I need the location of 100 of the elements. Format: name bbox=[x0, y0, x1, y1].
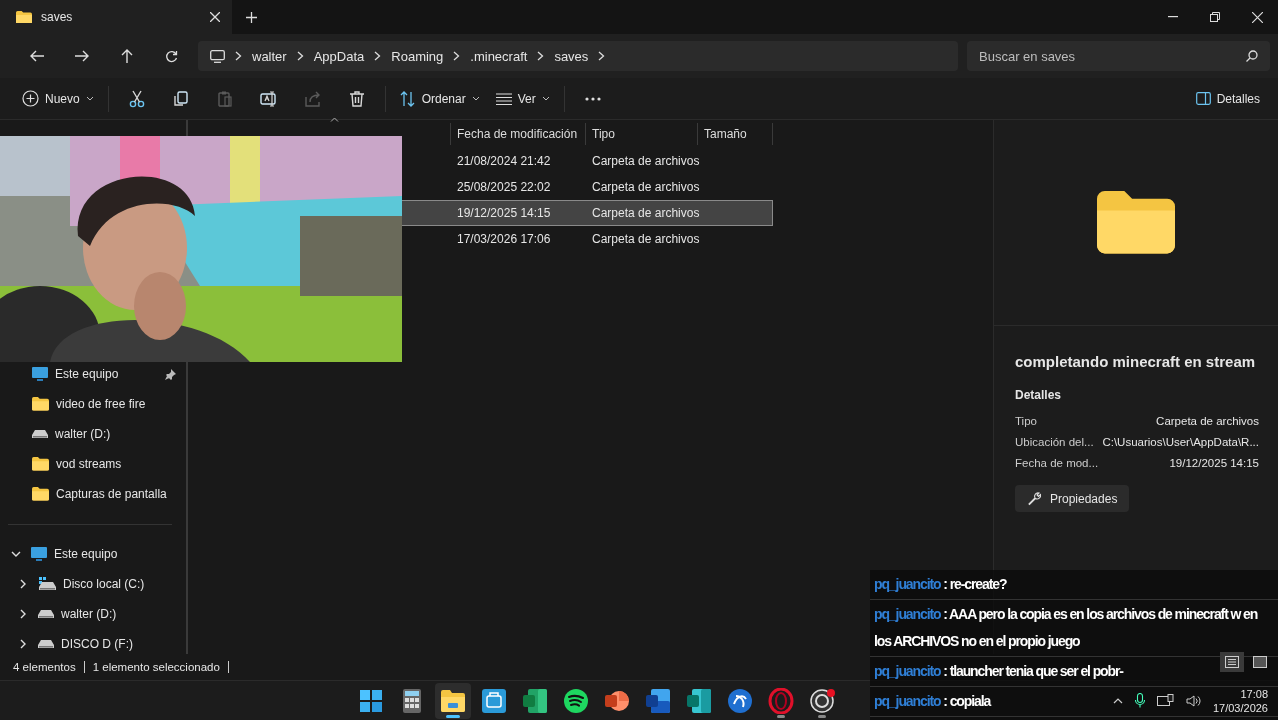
slides-icon bbox=[604, 688, 630, 714]
table-cell: 21/08/2024 21:42 bbox=[457, 154, 551, 168]
property-label: Tipo bbox=[1015, 414, 1037, 427]
publisher-icon bbox=[686, 688, 712, 714]
chevron-down-icon[interactable] bbox=[11, 549, 21, 559]
monitor-icon bbox=[210, 49, 225, 63]
music-icon bbox=[563, 688, 589, 714]
breadcrumb[interactable]: .minecraft bbox=[470, 48, 528, 64]
network-icon[interactable] bbox=[1156, 693, 1174, 708]
search-field[interactable]: Buscar en saves bbox=[967, 41, 1270, 71]
chevron-right-icon[interactable] bbox=[537, 51, 545, 61]
microphone-icon[interactable] bbox=[1134, 693, 1145, 708]
restore-icon[interactable] bbox=[1210, 12, 1220, 22]
chevron-right-icon[interactable] bbox=[374, 51, 382, 61]
column-header[interactable]: Fecha de modificación bbox=[457, 127, 578, 141]
details-view-button[interactable] bbox=[1220, 652, 1244, 672]
chevron-right-icon[interactable] bbox=[296, 51, 304, 61]
breadcrumb[interactable]: AppData bbox=[313, 48, 365, 64]
monitor-icon bbox=[31, 546, 47, 562]
back-icon[interactable] bbox=[29, 50, 44, 62]
chevron-right-icon[interactable] bbox=[18, 639, 28, 649]
property-value: 19/12/2025 14:15 bbox=[1169, 456, 1259, 469]
drive-icon bbox=[38, 639, 54, 649]
folder-icon bbox=[32, 487, 49, 501]
table-cell: Carpeta de archivos bbox=[592, 232, 700, 246]
drive-icon bbox=[32, 429, 48, 439]
plus-circle-icon bbox=[22, 90, 39, 107]
drive-icon bbox=[38, 609, 54, 619]
address-bar[interactable]: walter AppData Roaming .minecraft saves bbox=[198, 41, 958, 71]
sort-arrows-icon bbox=[399, 90, 416, 107]
sort-caret-icon bbox=[330, 117, 339, 122]
sidebar-item[interactable]: Capturas de pantalla bbox=[0, 479, 186, 509]
table-cell: 19/12/2025 14:15 bbox=[457, 206, 551, 220]
volume-icon[interactable] bbox=[1185, 694, 1201, 707]
plus-icon[interactable] bbox=[246, 11, 257, 23]
sidebar-item[interactable]: vod streams bbox=[0, 449, 186, 479]
properties-button[interactable]: Propiedades bbox=[1015, 485, 1130, 512]
clock[interactable]: 17:08 17/03/2026 bbox=[1212, 687, 1268, 714]
refresh-icon[interactable] bbox=[165, 49, 178, 63]
new-button[interactable]: Nuevo bbox=[14, 85, 102, 112]
breadcrumb[interactable]: saves bbox=[554, 48, 589, 64]
minimize-icon[interactable] bbox=[1168, 16, 1178, 18]
column-header[interactable]: Tamaño bbox=[704, 127, 747, 141]
property-value: Carpeta de archivos bbox=[1156, 414, 1259, 427]
ring-icon bbox=[768, 688, 794, 714]
sidebar-item[interactable]: DISCO D (F:) bbox=[0, 629, 186, 654]
property-label: Ubicación del... bbox=[1015, 435, 1094, 448]
sidebar-item[interactable]: walter (D:) bbox=[0, 419, 186, 449]
record-icon bbox=[809, 688, 835, 714]
chevron-right-icon[interactable] bbox=[18, 579, 28, 589]
clipboard-icon bbox=[215, 89, 234, 108]
item-count: 4 elementos bbox=[13, 661, 76, 673]
caret-icon bbox=[471, 96, 480, 101]
breadcrumb[interactable]: Roaming bbox=[391, 48, 444, 64]
breadcrumb[interactable]: walter bbox=[252, 48, 287, 64]
tab[interactable]: saves bbox=[0, 0, 232, 34]
close-icon[interactable] bbox=[1251, 11, 1263, 23]
list-icon bbox=[1225, 656, 1239, 668]
bag-icon bbox=[481, 688, 507, 714]
table-cell: 17/03/2026 17:06 bbox=[457, 232, 551, 246]
share-icon bbox=[303, 89, 322, 108]
chat-message: pq_juancito : tlauncher tenia que ser el pobr- bbox=[870, 657, 1278, 687]
search-icon[interactable] bbox=[1246, 50, 1258, 62]
property-value: C:\Usuarios\User\AppData\R... bbox=[1102, 435, 1259, 448]
up-icon[interactable] bbox=[120, 49, 133, 63]
table-cell: Carpeta de archivos bbox=[592, 180, 700, 194]
launcher-icon bbox=[727, 688, 753, 714]
selection-count: 1 elemento seleccionado bbox=[92, 661, 220, 673]
view-button[interactable]: Ver bbox=[487, 86, 558, 111]
sidebar-item[interactable]: Este equipo bbox=[0, 539, 186, 569]
file-row[interactable]: 19/12/2025 14:15 Carpeta de archivos bbox=[400, 200, 773, 226]
file-row[interactable]: 17/03/2026 17:06 Carpeta de archivos bbox=[400, 226, 773, 252]
details-button[interactable]: Detalles bbox=[1187, 86, 1268, 111]
system-drive-icon bbox=[38, 577, 56, 591]
more-icon bbox=[584, 96, 601, 101]
spreadsheet-icon bbox=[522, 688, 548, 714]
scissors-icon bbox=[127, 89, 146, 108]
file-row[interactable]: 25/08/2025 22:02 Carpeta de archivos bbox=[400, 174, 773, 200]
sidebar-item[interactable]: Este equipo bbox=[0, 359, 186, 389]
folder-icon bbox=[32, 397, 49, 411]
sidebar-item[interactable]: walter (D:) bbox=[0, 599, 186, 629]
taskbar-button[interactable] bbox=[435, 683, 471, 719]
monitor-icon bbox=[32, 366, 48, 382]
chevron-right-icon[interactable] bbox=[453, 51, 461, 61]
trash-icon bbox=[347, 89, 366, 108]
copy-icon bbox=[171, 89, 190, 108]
document-icon bbox=[645, 688, 671, 714]
windows-icon bbox=[358, 688, 384, 714]
chevron-right-icon[interactable] bbox=[235, 51, 242, 61]
sidebar-item[interactable]: Disco local (C:) bbox=[0, 569, 186, 599]
chevron-right-icon[interactable] bbox=[18, 609, 28, 619]
column-header[interactable]: Tipo bbox=[592, 127, 615, 141]
close-icon[interactable] bbox=[210, 12, 220, 22]
folder-icon bbox=[32, 457, 49, 471]
chevron-right-icon[interactable] bbox=[598, 51, 606, 61]
sidebar-item[interactable]: video de free fire bbox=[0, 389, 186, 419]
caret-icon bbox=[541, 96, 550, 101]
file-row[interactable]: 21/08/2024 21:42 Carpeta de archivos bbox=[400, 148, 773, 174]
sort-button[interactable]: Ordenar bbox=[391, 85, 488, 112]
forward-icon[interactable] bbox=[74, 50, 89, 62]
